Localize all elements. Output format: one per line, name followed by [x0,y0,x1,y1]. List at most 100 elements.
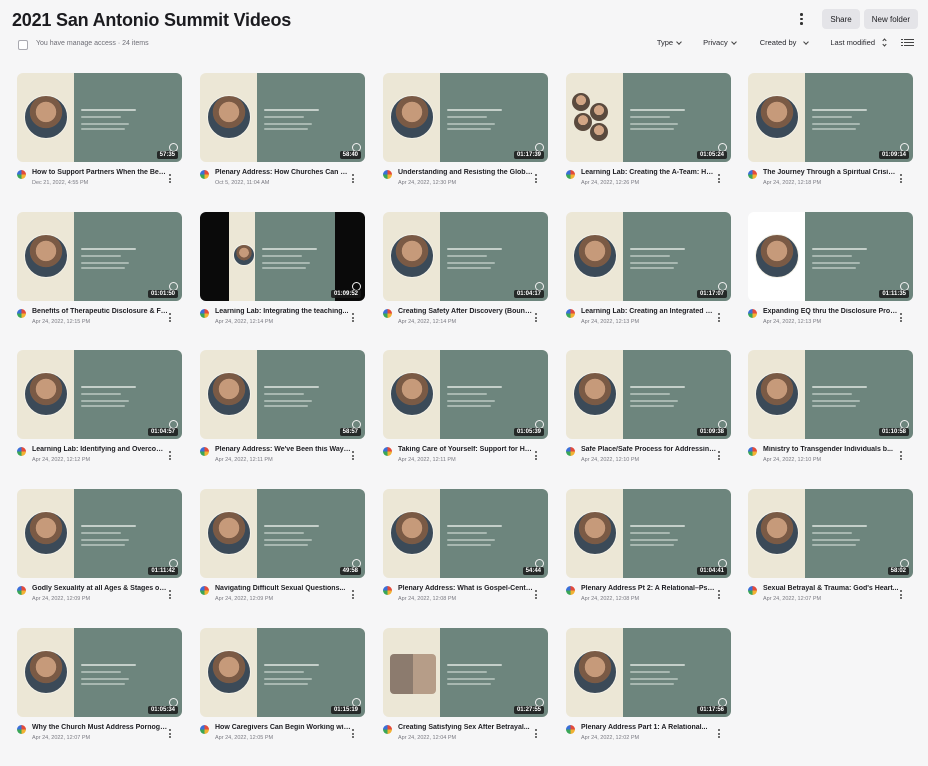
video-title[interactable]: Plenary Address Pt 2: A Relational–Psych… [581,585,717,592]
created-by-filter[interactable]: Created by [760,38,810,47]
video-thumbnail[interactable]: 01:17:56 [566,628,731,717]
video-thumbnail[interactable]: 58:02 [748,489,913,578]
video-card[interactable]: 58:40 Plenary Address: How Churches Can B… [200,73,365,191]
video-card[interactable]: 01:17:39 Understanding and Resisting the … [383,73,548,191]
video-card[interactable]: 01:04:41 Plenary Address Pt 2: A Relation… [566,489,731,607]
video-title[interactable]: Plenary Address: What is Gospel-Centered… [398,585,534,592]
video-card[interactable]: 01:27:55 Creating Satisfying Sex After Be… [383,628,548,746]
more-options-icon[interactable] [169,729,171,738]
video-title[interactable]: Plenary Address Part 1: A Relational... [581,724,717,731]
video-card[interactable]: 01:15:19 How Caregivers Can Begin Working… [200,628,365,746]
video-card[interactable]: 01:09:38 Safe Place/Safe Process for Addr… [566,350,731,468]
video-card[interactable]: 54:44 Plenary Address: What is Gospel-Cen… [383,489,548,607]
video-thumbnail[interactable]: 58:57 [200,350,365,439]
video-title[interactable]: Creating Satisfying Sex After Betrayal..… [398,724,534,731]
more-options-icon[interactable] [535,174,537,183]
video-title[interactable]: Creating Safety After Discovery (Boundar… [398,308,534,315]
video-thumbnail[interactable]: 01:09:38 [566,350,731,439]
video-thumbnail[interactable]: 01:04:41 [566,489,731,578]
more-options-icon[interactable] [900,451,902,460]
more-options-icon[interactable] [352,729,354,738]
video-title[interactable]: Learning Lab: Integrating the teaching..… [215,308,351,315]
more-options-icon[interactable] [169,313,171,322]
more-options-icon[interactable] [718,590,720,599]
video-thumbnail[interactable]: 54:44 [383,489,548,578]
video-title[interactable]: Understanding and Resisting the Global S… [398,169,534,176]
video-card[interactable]: 01:11:35 Expanding EQ thru the Disclosure… [748,212,913,330]
video-title[interactable]: Taking Care of Yourself: Support for Hel… [398,446,534,453]
video-thumbnail[interactable]: 01:09:52 [200,212,365,301]
more-options-icon[interactable] [352,451,354,460]
video-thumbnail[interactable]: 57:35 [17,73,182,162]
video-title[interactable]: Expanding EQ thru the Disclosure Process… [763,308,899,315]
video-card[interactable]: 01:11:42 Godly Sexuality at all Ages & St… [17,489,182,607]
more-options-icon[interactable] [718,313,720,322]
video-thumbnail[interactable]: 01:04:17 [383,212,548,301]
video-title[interactable]: Plenary Address: We've Been this Way Bef… [215,446,351,453]
more-options-icon[interactable] [900,313,902,322]
video-title[interactable]: Navigating Difficult Sexual Questions... [215,585,351,592]
video-thumbnail[interactable]: 49:58 [200,489,365,578]
video-thumbnail[interactable]: 01:17:39 [383,73,548,162]
video-card[interactable]: 01:01:50 Benefits of Therapeutic Disclosu… [17,212,182,330]
video-title[interactable]: The Journey Through a Spiritual Crisis A… [763,169,899,176]
video-title[interactable]: Sexual Betrayal & Trauma: God's Heart... [763,585,899,592]
video-card[interactable]: 01:04:17 Creating Safety After Discovery … [383,212,548,330]
video-thumbnail[interactable]: 01:10:58 [748,350,913,439]
more-options-icon[interactable] [352,590,354,599]
video-card[interactable]: 01:05:24 Learning Lab: Creating the A-Tea… [566,73,731,191]
video-thumbnail[interactable]: 58:40 [200,73,365,162]
video-title[interactable]: Why the Church Must Address Pornography.… [32,724,168,731]
video-card[interactable]: 01:05:39 Taking Care of Yourself: Support… [383,350,548,468]
more-options-icon[interactable] [169,451,171,460]
video-title[interactable]: Learning Lab: Identifying and Overcoming… [32,446,168,453]
video-thumbnail[interactable]: 01:05:34 [17,628,182,717]
more-options-icon[interactable] [900,590,902,599]
video-thumbnail[interactable]: 01:09:14 [748,73,913,162]
video-title[interactable]: Ministry to Transgender Individuals b... [763,446,899,453]
video-title[interactable]: Plenary Address: How Churches Can Become… [215,169,351,176]
sort-dropdown[interactable]: Last modified [830,38,887,47]
video-card[interactable]: 01:05:34 Why the Church Must Address Porn… [17,628,182,746]
more-options-icon[interactable] [169,174,171,183]
video-card[interactable]: 49:58 Navigating Difficult Sexual Questio… [200,489,365,607]
video-thumbnail[interactable]: 01:17:07 [566,212,731,301]
video-card[interactable]: 01:10:58 Ministry to Transgender Individu… [748,350,913,468]
more-options-icon[interactable] [535,590,537,599]
folder-more-icon[interactable] [790,8,812,30]
more-options-icon[interactable] [718,451,720,460]
more-options-icon[interactable] [169,590,171,599]
video-card[interactable]: 01:04:57 Learning Lab: Identifying and Ov… [17,350,182,468]
select-all-checkbox[interactable] [18,40,28,50]
more-options-icon[interactable] [718,174,720,183]
video-thumbnail[interactable]: 01:01:50 [17,212,182,301]
video-card[interactable]: 57:35 How to Support Partners When the Be… [17,73,182,191]
video-thumbnail[interactable]: 01:11:35 [748,212,913,301]
type-filter[interactable]: Type [657,38,682,47]
video-thumbnail[interactable]: 01:27:55 [383,628,548,717]
video-card[interactable]: 01:09:14 The Journey Through a Spiritual … [748,73,913,191]
video-card[interactable]: 01:09:52 Learning Lab: Integrating the te… [200,212,365,330]
video-thumbnail[interactable]: 01:11:42 [17,489,182,578]
video-card[interactable]: 58:02 Sexual Betrayal & Trauma: God's Hea… [748,489,913,607]
more-options-icon[interactable] [352,313,354,322]
video-card[interactable]: 01:17:07 Learning Lab: Creating an Integr… [566,212,731,330]
video-card[interactable]: 58:57 Plenary Address: We've Been this Wa… [200,350,365,468]
share-button[interactable]: Share [822,9,860,29]
more-options-icon[interactable] [535,313,537,322]
more-options-icon[interactable] [900,174,902,183]
video-thumbnail[interactable]: 01:04:57 [17,350,182,439]
video-title[interactable]: Godly Sexuality at all Ages & Stages of … [32,585,168,592]
video-title[interactable]: Learning Lab: Creating an Integrated Car… [581,308,717,315]
privacy-filter[interactable]: Privacy [703,38,737,47]
list-view-icon[interactable] [901,38,914,46]
video-thumbnail[interactable]: 01:15:19 [200,628,365,717]
video-title[interactable]: Benefits of Therapeutic Disclosure & For… [32,308,168,315]
more-options-icon[interactable] [718,729,720,738]
video-card[interactable]: 01:17:56 Plenary Address Part 1: A Relati… [566,628,731,746]
more-options-icon[interactable] [535,729,537,738]
video-thumbnail[interactable]: 01:05:39 [383,350,548,439]
video-title[interactable]: Learning Lab: Creating the A-Team: How..… [581,169,717,176]
more-options-icon[interactable] [535,451,537,460]
video-title[interactable]: How to Support Partners When the Betraya… [32,169,168,176]
